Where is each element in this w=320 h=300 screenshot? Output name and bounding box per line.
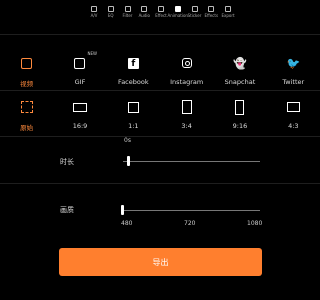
ratio-4-3-icon [286,96,300,118]
ratio-9-16-icon [235,96,245,118]
divider [0,136,320,137]
share-twitter[interactable]: 🐦 Twitter [267,54,320,88]
toolbar-item-animation[interactable]: Animation [168,6,188,18]
ratio-1-1[interactable]: 1:1 [107,96,160,132]
quality-tick-480: 480 [121,220,133,227]
ratio-3-4-icon [181,96,192,118]
toolbar-item-export[interactable]: Export [220,6,236,18]
share-video[interactable]: 视频 [0,54,53,88]
quality-thumb[interactable] [121,205,124,215]
audio-icon [141,6,148,12]
twitter-icon: 🐦 [286,56,301,70]
aspect-ratio-row: 原始 16:9 1:1 3:4 9:16 4:3 [0,96,320,132]
duration-value: 0s [124,137,131,144]
av-icon [91,6,97,12]
quality-track[interactable] [122,210,260,211]
toolbar-item-filter[interactable]: Filter [120,6,136,18]
export-button-label: 导出 [152,257,169,267]
instagram-icon [181,56,192,70]
effect-icon [158,6,164,12]
toolbar-item-eq[interactable]: EQ [103,6,119,18]
share-target-row: 视频 NEW GIF f Facebook Instagram 👻 Snapch… [0,51,320,88]
share-instagram[interactable]: Instagram [160,54,213,88]
sticker-icon [191,6,198,12]
duration-label: 时长 [60,158,74,166]
ratio-16-9[interactable]: 16:9 [53,96,106,132]
filter-icon [124,6,131,12]
duration-track[interactable] [123,161,260,162]
toolbar-item-av[interactable]: A/V [86,6,102,18]
toolbar-item-effects[interactable]: Effects [203,6,219,18]
ratio-original[interactable]: 原始 [0,96,53,132]
edit-square-icon [21,56,33,70]
toolbar-item-sticker[interactable]: Sticker [187,6,203,18]
ratio-16-9-icon [72,96,87,118]
top-toolbar: A/V EQ Filter Audio Effect Animation Sti… [86,6,236,24]
export-small-icon [225,6,231,12]
ratio-9-16[interactable]: 9:16 [213,96,266,132]
ratio-4-3[interactable]: 4:3 [267,96,320,132]
quality-tick-1080: 1080 [247,220,263,227]
share-snapchat[interactable]: 👻 Snapchat [213,54,266,88]
duration-thumb[interactable] [127,156,130,166]
gif-edit-icon: NEW [74,51,97,70]
new-badge: NEW [87,51,97,56]
quality-label: 画质 [60,206,74,214]
snapchat-icon: 👻 [233,56,247,70]
animation-icon [174,6,181,12]
share-facebook[interactable]: f Facebook [107,54,160,88]
eq-icon [107,6,114,12]
toolbar-item-audio[interactable]: Audio [136,6,152,18]
divider [0,90,320,91]
ratio-1-1-icon [127,96,139,118]
facebook-icon: f [127,56,139,70]
divider [0,183,320,184]
export-button[interactable]: 导出 [59,248,262,276]
divider [0,34,320,35]
effects-icon [208,6,215,12]
share-gif[interactable]: NEW GIF [53,51,106,88]
ratio-3-4[interactable]: 3:4 [160,96,213,132]
quality-tick-720: 720 [184,220,196,227]
fit-original-icon [20,96,33,118]
